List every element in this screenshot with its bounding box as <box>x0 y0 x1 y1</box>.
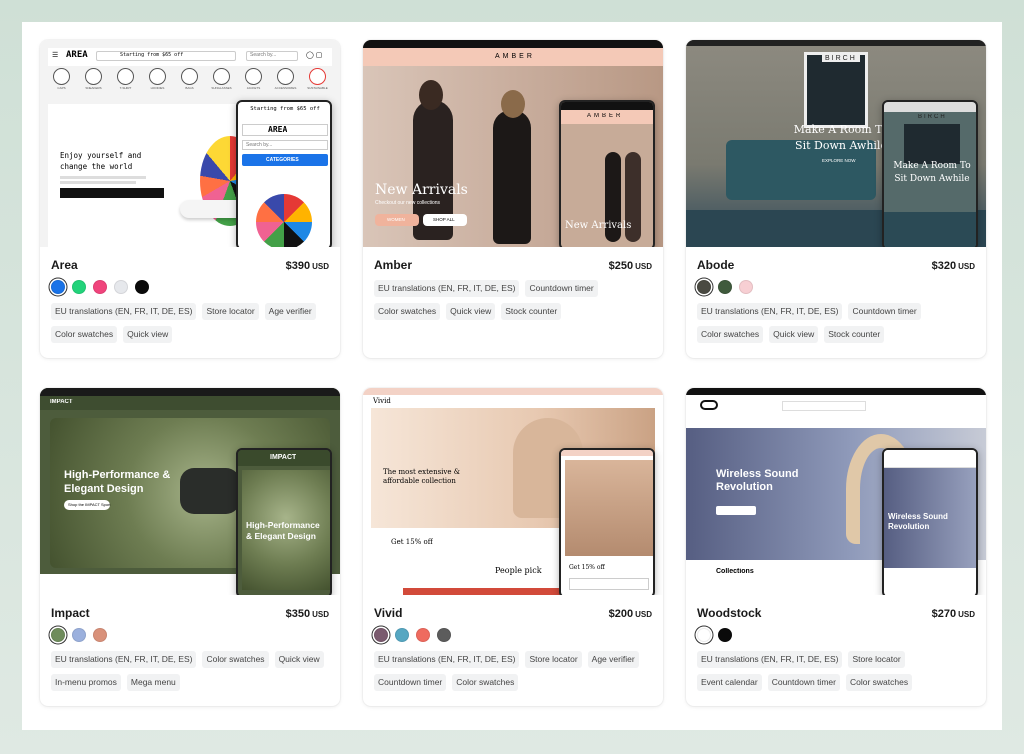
theme-preview-woodstock[interactable]: Wireless Sound Revolution Collections Wi… <box>686 388 986 595</box>
feature-tag: Countdown timer <box>374 674 447 691</box>
color-swatch[interactable] <box>697 628 711 642</box>
feature-tag: Countdown timer <box>525 280 598 297</box>
feature-tag: Quick view <box>274 651 324 668</box>
theme-name[interactable]: Abode <box>697 258 734 272</box>
feature-tag: Color swatches <box>374 303 441 320</box>
category-icon-item[interactable]: HOODIES <box>144 68 171 92</box>
color-swatches <box>51 628 329 643</box>
vivid-logo: Vivid <box>373 397 391 405</box>
feature-tag: Color swatches <box>51 326 118 343</box>
feature-tag: Quick view <box>769 326 819 343</box>
color-swatch[interactable] <box>135 280 149 294</box>
color-swatch[interactable] <box>93 628 107 642</box>
theme-price: $350 USD <box>285 608 329 620</box>
color-swatch[interactable] <box>72 628 86 642</box>
theme-preview-area[interactable]: ☰ AREA Starting from $65 off Search by..… <box>40 40 340 247</box>
feature-tags: EU translations (EN, FR, IT, DE, ES) Stor… <box>51 303 329 343</box>
feature-tag: Event calendar <box>697 674 762 691</box>
feature-tag: Color swatches <box>202 651 269 668</box>
theme-preview-abode[interactable]: BIRCH Make A Room To Sit Down Awhile EXP… <box>686 40 986 247</box>
feature-tag: EU translations (EN, FR, IT, DE, ES) <box>374 651 520 668</box>
theme-card-impact[interactable]: IMPACT High-Performance & Elegant Design… <box>40 388 340 706</box>
theme-price: $320 USD <box>931 260 975 272</box>
feature-tag: EU translations (EN, FR, IT, DE, ES) <box>697 651 843 668</box>
feature-tag: EU translations (EN, FR, IT, DE, ES) <box>697 303 843 320</box>
color-swatches <box>51 280 329 295</box>
feature-tag: Store locator <box>848 651 905 668</box>
feature-tag: Color swatches <box>452 674 519 691</box>
feature-tag: EU translations (EN, FR, IT, DE, ES) <box>374 280 520 297</box>
color-swatches <box>697 628 975 643</box>
feature-tag: Quick view <box>123 326 173 343</box>
theme-card-vivid[interactable]: Vivid The most extensive & affordable co… <box>363 388 663 706</box>
feature-tags: EU translations (EN, FR, IT, DE, ES) Colo… <box>51 651 329 691</box>
category-icon-item[interactable]: SUSTAINABLE <box>304 68 331 92</box>
category-icon-item[interactable]: CAPS <box>48 68 75 92</box>
feature-tag: Store locator <box>525 651 582 668</box>
abode-logo: BIRCH <box>822 55 860 62</box>
theme-card-woodstock[interactable]: Wireless Sound Revolution Collections Wi… <box>686 388 986 706</box>
color-swatch[interactable] <box>718 628 732 642</box>
feature-tag: Stock counter <box>824 326 885 343</box>
amber-logo: AMBER <box>495 53 535 60</box>
category-icon-item[interactable]: T-SHIRT <box>112 68 139 92</box>
color-swatch[interactable] <box>72 280 86 294</box>
feature-tag: Stock counter <box>501 303 562 320</box>
theme-name[interactable]: Woodstock <box>697 606 761 620</box>
color-swatch[interactable] <box>739 280 753 294</box>
color-swatch[interactable] <box>697 280 711 294</box>
feature-tag: EU translations (EN, FR, IT, DE, ES) <box>51 303 197 320</box>
feature-tag: Color swatches <box>697 326 764 343</box>
feature-tags: EU translations (EN, FR, IT, DE, ES) Stor… <box>697 651 975 691</box>
theme-price: $270 USD <box>931 608 975 620</box>
feature-tag: Countdown timer <box>767 674 840 691</box>
color-swatch[interactable] <box>374 628 388 642</box>
feature-tag: Countdown timer <box>848 303 921 320</box>
feature-tag: Age verifier <box>587 651 639 668</box>
theme-name[interactable]: Area <box>51 258 78 272</box>
color-swatch[interactable] <box>93 280 107 294</box>
category-icon-item[interactable]: ACCESSORIES <box>272 68 299 92</box>
color-swatch[interactable] <box>51 628 65 642</box>
color-swatch[interactable] <box>114 280 128 294</box>
feature-tag: EU translations (EN, FR, IT, DE, ES) <box>51 651 197 668</box>
category-icon-item[interactable]: SNEAKERS <box>80 68 107 92</box>
feature-tag: Mega menu <box>126 674 180 691</box>
theme-price: $200 USD <box>608 608 652 620</box>
theme-preview-vivid[interactable]: Vivid The most extensive & affordable co… <box>363 388 663 595</box>
color-swatch[interactable] <box>51 280 65 294</box>
color-swatch[interactable] <box>416 628 430 642</box>
feature-tag: Age verifier <box>264 303 316 320</box>
theme-price: $250 USD <box>608 260 652 272</box>
color-swatches <box>697 280 975 295</box>
theme-name[interactable]: Impact <box>51 606 90 620</box>
theme-card-abode[interactable]: BIRCH Make A Room To Sit Down Awhile EXP… <box>686 40 986 358</box>
feature-tag: Store locator <box>202 303 259 320</box>
color-swatch[interactable] <box>718 280 732 294</box>
category-icon-item[interactable]: JACKETS <box>240 68 267 92</box>
impact-logo: IMPACT <box>50 399 73 405</box>
feature-tag: In-menu promos <box>51 674 121 691</box>
theme-price: $390 USD <box>285 260 329 272</box>
feature-tags: EU translations (EN, FR, IT, DE, ES) Stor… <box>374 651 652 691</box>
theme-card-amber[interactable]: AMBER New Arrivals Checkout our new coll… <box>363 40 663 358</box>
feature-tags: EU translations (EN, FR, IT, DE, ES) Coun… <box>697 303 975 343</box>
feature-tag: Color swatches <box>845 674 913 691</box>
theme-preview-amber[interactable]: AMBER New Arrivals Checkout our new coll… <box>363 40 663 247</box>
theme-name[interactable]: Amber <box>374 258 412 272</box>
area-logo: AREA <box>66 50 88 60</box>
theme-name[interactable]: Vivid <box>374 606 402 620</box>
color-swatch[interactable] <box>395 628 409 642</box>
category-icon-item[interactable]: BAGS <box>176 68 203 92</box>
color-swatch[interactable] <box>437 628 451 642</box>
theme-card-area[interactable]: ☰ AREA Starting from $65 off Search by..… <box>40 40 340 358</box>
category-icon-item[interactable]: SUNGLASSES <box>208 68 235 92</box>
color-swatches <box>374 628 652 643</box>
theme-preview-impact[interactable]: IMPACT High-Performance & Elegant Design… <box>40 388 340 595</box>
feature-tag: Quick view <box>446 303 496 320</box>
feature-tags: EU translations (EN, FR, IT, DE, ES) Coun… <box>374 280 652 320</box>
